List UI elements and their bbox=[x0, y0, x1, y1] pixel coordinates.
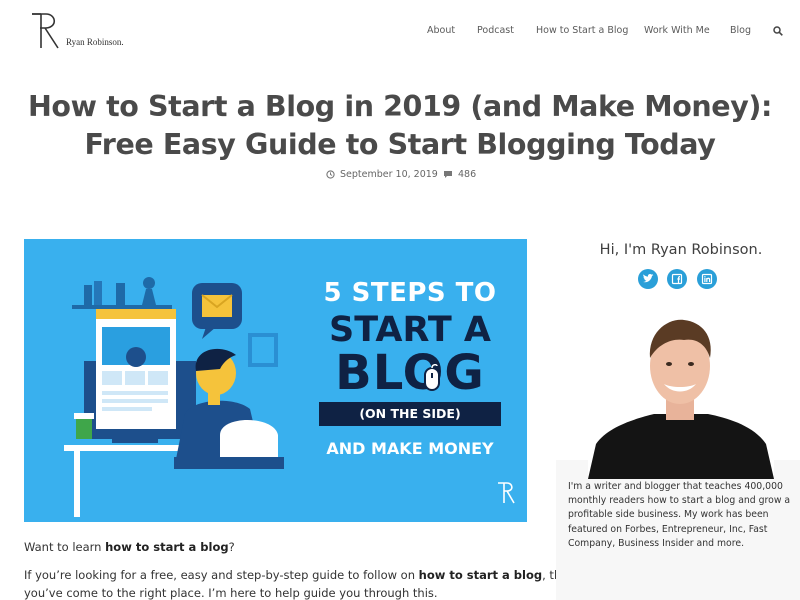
facebook-link[interactable] bbox=[667, 269, 687, 289]
site-header: Ryan Robinson. About Podcast How to Star… bbox=[0, 0, 800, 60]
post-date: September 10, 2019 bbox=[326, 167, 438, 181]
author-greeting: Hi, I'm Ryan Robinson. bbox=[599, 242, 763, 258]
post-date-text: September 10, 2019 bbox=[340, 168, 438, 180]
hero-line-4: (ON THE SIDE) bbox=[319, 402, 501, 426]
nav-podcast[interactable]: Podcast bbox=[477, 24, 514, 38]
title-line-1: How to Start a Blog in 2019 (and Make Mo… bbox=[27, 90, 773, 123]
para1-post: ? bbox=[228, 540, 235, 554]
author-photo bbox=[588, 314, 774, 479]
bio-line: Company, Business Insider and more. bbox=[568, 537, 745, 549]
comment-count-text: 486 bbox=[458, 168, 477, 180]
nav-work-with-me[interactable]: Work With Me bbox=[644, 24, 710, 38]
nav-about[interactable]: About bbox=[427, 24, 455, 38]
author-bio: I'm a writer and blogger that teaches 40… bbox=[568, 480, 796, 551]
para1-bold: how to start a blog bbox=[105, 540, 229, 554]
logo-text: Ryan Robinson. bbox=[66, 37, 124, 47]
nav-how-to-start-a-blog[interactable]: How to Start a Blog bbox=[536, 24, 628, 38]
hero-banner: 5 STEPS TO START A BLOG (ON THE SIDE) AN… bbox=[24, 239, 527, 522]
hero-headline: 5 STEPS TO START A BLOG (ON THE SIDE) AN… bbox=[310, 277, 510, 460]
article-meta: September 10, 2019 486 bbox=[0, 167, 800, 181]
article-title: How to Start a Blog in 2019 (and Make Mo… bbox=[0, 88, 800, 164]
author-portrait-image bbox=[588, 314, 774, 479]
main-nav: About Podcast How to Start a Blog Work W… bbox=[0, 24, 800, 38]
twitter-link[interactable] bbox=[638, 269, 658, 289]
para2-bold: how to start a blog bbox=[418, 568, 543, 582]
para2-line-2: you’ve come to the right place. I’m here… bbox=[24, 586, 438, 600]
twitter-icon bbox=[643, 273, 654, 283]
bio-line: featured on Forbes, Entrepreneur, Inc, F… bbox=[568, 523, 768, 535]
mouse-icon bbox=[424, 364, 440, 391]
comment-icon bbox=[444, 170, 452, 178]
logo-r-watermark-icon bbox=[498, 482, 515, 504]
search-icon bbox=[773, 26, 783, 36]
linkedin-link[interactable] bbox=[697, 269, 717, 289]
intro-paragraph-1: Want to learn how to start a blog? bbox=[24, 536, 534, 558]
para2-pre: If you’re looking for a free, easy and s… bbox=[24, 568, 419, 582]
hero-line-3-text: BLOG bbox=[335, 345, 485, 401]
title-line-2: Free Easy Guide to Start Blogging Today bbox=[84, 128, 716, 161]
para1-pre: Want to learn bbox=[24, 540, 106, 554]
bio-line: profitable side business. My work has be… bbox=[568, 509, 769, 521]
hero-line-2: START A bbox=[329, 310, 491, 350]
blogger-illustration bbox=[64, 277, 284, 517]
bio-line: monthly readers how to start a blog and … bbox=[568, 495, 791, 507]
article-body: Want to learn how to start a blog? If yo… bbox=[24, 536, 576, 600]
hero-line-5: AND MAKE MONEY bbox=[326, 439, 494, 458]
linkedin-icon bbox=[701, 273, 713, 285]
search-button[interactable] bbox=[772, 24, 784, 38]
bio-line: I'm a writer and blogger that teaches 40… bbox=[568, 481, 783, 492]
facebook-icon bbox=[671, 273, 683, 285]
clock-icon bbox=[326, 169, 335, 179]
hero-line-3: BLOG bbox=[310, 349, 510, 397]
hero-line-1: 5 STEPS TO bbox=[323, 278, 497, 308]
comment-count[interactable]: 486 bbox=[443, 167, 476, 181]
nav-blog[interactable]: Blog bbox=[730, 24, 751, 38]
intro-paragraph-2: If you’re looking for a free, easy and s… bbox=[24, 566, 576, 600]
